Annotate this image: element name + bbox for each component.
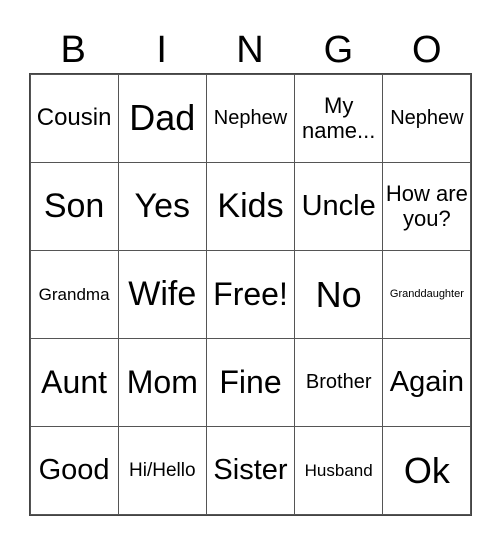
bingo-cell[interactable]: Cousin [29,73,119,163]
bingo-cell[interactable]: Mom [117,338,207,428]
bingo-cell[interactable]: Granddaughter [382,249,472,340]
bingo-cell[interactable]: Ok [382,426,472,516]
bingo-cell[interactable]: Kids [205,161,296,251]
bingo-cell[interactable]: Wife [117,249,207,340]
bingo-cell[interactable]: My name... [294,73,384,163]
bingo-cell[interactable]: Fine [205,338,296,428]
bingo-cell[interactable]: Again [382,338,472,428]
header-letter-o: O [412,29,442,71]
bingo-grid: Cousin Dad Nephew My name... Nephew Son … [29,73,472,516]
bingo-cell[interactable]: Dad [117,73,207,163]
header-letter-n: N [236,29,264,71]
bingo-cell[interactable]: Son [29,161,119,251]
bingo-cell[interactable]: Grandma [29,249,119,340]
bingo-cell[interactable]: Good [29,426,119,516]
bingo-cell[interactable]: Nephew [382,73,472,163]
header-letter-b: B [60,29,86,71]
bingo-cell[interactable]: Nephew [205,73,296,163]
bingo-cell[interactable]: Brother [294,338,384,428]
bingo-cell[interactable]: How are you? [382,161,472,251]
bingo-cell[interactable]: Aunt [29,338,119,428]
bingo-header: B I N G O [29,28,471,72]
bingo-cell[interactable]: No [294,249,384,340]
header-letter-i: I [156,29,167,71]
bingo-cell[interactable]: Sister [205,426,296,516]
header-letter-g: G [323,29,354,71]
bingo-cell[interactable]: Husband [294,426,384,516]
bingo-cell[interactable]: Yes [117,161,207,251]
free-space[interactable]: Free! [205,249,296,340]
bingo-cell[interactable]: Uncle [294,161,384,251]
bingo-cell[interactable]: Hi/Hello [117,426,207,516]
